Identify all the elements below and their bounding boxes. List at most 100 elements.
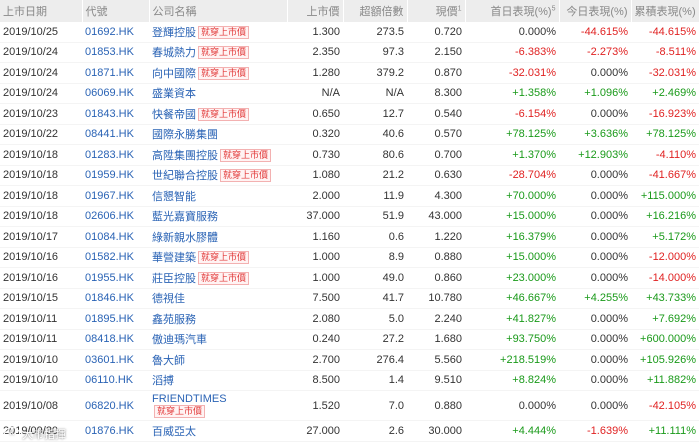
cell-code-link[interactable]: 01692.HK: [82, 22, 149, 43]
cell-date: 2019/10/16: [0, 267, 82, 289]
cell-cumulative: -8.511%: [631, 42, 699, 63]
table-row: 2019/10/10 03601.HK 魯大師 2.700 276.4 5.560 +218…: [0, 349, 699, 371]
cell-code-link[interactable]: 06069.HK: [82, 83, 149, 104]
table-row: 2019/09/30 01876.HK 百威亞太 27.000 2.6 30.000 +4.…: [0, 420, 699, 442]
company-name-link[interactable]: 春城熱力: [152, 47, 196, 59]
cell-name: 鑫苑服務: [149, 308, 287, 330]
cell-today: +1.096%: [559, 83, 631, 104]
cell-first-day: +218.519%: [465, 349, 559, 371]
watermark: K 大市指揮: [4, 426, 66, 442]
cell-oversubscription: 0.6: [343, 226, 407, 248]
cell-oversubscription: 2.6: [343, 420, 407, 442]
cell-oversubscription: 276.4: [343, 349, 407, 371]
cell-name: 藍光嘉寶服務: [149, 206, 287, 227]
cell-today: +12.903%: [559, 144, 631, 166]
company-name-link[interactable]: 傲迪瑪汽車: [152, 334, 207, 346]
col-header-today[interactable]: 今日表現(%): [559, 0, 632, 22]
table-row: 2019/10/25 01692.HK 登輝控股 就穿上市價 1.300 273.5 0.7…: [0, 22, 699, 43]
col-header-date[interactable]: 上市日期: [0, 0, 83, 22]
cell-code-link[interactable]: 06110.HK: [82, 370, 149, 391]
cell-date: 2019/10/15: [0, 288, 82, 309]
company-name-link[interactable]: 高陞集團控股: [152, 150, 218, 162]
company-name-link[interactable]: 華營建築: [152, 252, 196, 264]
cell-code-link[interactable]: 01846.HK: [82, 288, 149, 309]
col-header-oversub[interactable]: 超額倍數: [343, 0, 408, 22]
cell-current-price: 0.720: [407, 22, 465, 43]
company-name-link[interactable]: 百威亞太: [152, 426, 196, 438]
cell-code-link[interactable]: 01895.HK: [82, 308, 149, 330]
cell-name: 百威亞太: [149, 420, 287, 442]
cell-code-link[interactable]: 01582.HK: [82, 247, 149, 268]
company-name-link[interactable]: 登輝控股: [152, 27, 196, 39]
table-row: 2019/10/08 06820.HK FRIENDTIMES 就穿上市價 1.520 7…: [0, 390, 699, 421]
col-header-price[interactable]: 上市價: [287, 0, 344, 22]
cell-ipo-price: 2.350: [287, 42, 343, 63]
col-header-name[interactable]: 公司名稱: [149, 0, 288, 22]
cell-first-day: 0.000%: [465, 22, 559, 43]
company-name-link[interactable]: 信懇智能: [152, 191, 196, 203]
cell-code-link[interactable]: 01843.HK: [82, 103, 149, 125]
below-ipo-badge: 就穿上市價: [198, 271, 250, 285]
company-name-link[interactable]: 綠新親水膠體: [152, 232, 218, 244]
cell-oversubscription: 27.2: [343, 329, 407, 350]
company-name-link[interactable]: FRIENDTIMES: [152, 393, 227, 405]
cell-ipo-price: 2.700: [287, 349, 343, 371]
company-name-link[interactable]: 世紀聯合控股: [152, 170, 218, 182]
cell-code-link[interactable]: 03601.HK: [82, 349, 149, 371]
cell-cumulative: +11.882%: [631, 370, 699, 391]
company-name-link[interactable]: 德視佳: [152, 293, 185, 305]
cell-current-price: 8.300: [407, 83, 465, 104]
cell-code-link[interactable]: 08441.HK: [82, 124, 149, 145]
cell-date: 2019/10/18: [0, 165, 82, 186]
cell-code-link[interactable]: 01876.HK: [82, 420, 149, 442]
cell-code-link[interactable]: 01967.HK: [82, 185, 149, 207]
cell-current-price: 1.220: [407, 226, 465, 248]
cell-code-link[interactable]: 01871.HK: [82, 62, 149, 84]
cell-date: 2019/10/24: [0, 83, 82, 104]
cell-name: 綠新親水膠體: [149, 226, 287, 248]
cell-code-link[interactable]: 01283.HK: [82, 144, 149, 166]
cell-code-link[interactable]: 01084.HK: [82, 226, 149, 248]
company-name-link[interactable]: 國際永勝集團: [152, 129, 218, 141]
cell-code-link[interactable]: 01959.HK: [82, 165, 149, 186]
below-ipo-badge: 就穿上市價: [198, 107, 250, 121]
company-name-link[interactable]: 魯大師: [152, 355, 185, 367]
col-header-current[interactable]: 現價1: [407, 0, 466, 22]
cell-ipo-price: 27.000: [287, 420, 343, 442]
cell-date: 2019/10/16: [0, 247, 82, 268]
cell-name: 登輝控股 就穿上市價: [149, 22, 287, 43]
cell-code-link[interactable]: 08418.HK: [82, 329, 149, 350]
watermark-logo-icon: K: [4, 427, 20, 441]
cell-cumulative: -41.667%: [631, 165, 699, 186]
cell-today: 0.000%: [559, 62, 631, 84]
company-name-link[interactable]: 快餐帝國: [152, 109, 196, 121]
cell-date: 2019/10/18: [0, 185, 82, 207]
company-name-link[interactable]: 藍光嘉寶服務: [152, 211, 218, 223]
cell-cumulative: -4.110%: [631, 144, 699, 166]
company-name-link[interactable]: 滔搏: [152, 375, 174, 387]
col-header-cumulative[interactable]: 累積表現(%): [631, 0, 699, 22]
cell-name: 滔搏: [149, 370, 287, 391]
cell-name: 魯大師: [149, 349, 287, 371]
below-ipo-badge: 就穿上市價: [198, 46, 250, 60]
col-header-first-day[interactable]: 首日表現(%)5: [465, 0, 560, 22]
cell-current-price: 1.680: [407, 329, 465, 350]
cell-code-link[interactable]: 06820.HK: [82, 390, 149, 421]
company-name-link[interactable]: 盛業資本: [152, 88, 196, 100]
cell-current-price: 0.860: [407, 267, 465, 289]
cell-oversubscription: 21.2: [343, 165, 407, 186]
table-row: 2019/10/11 08418.HK 傲迪瑪汽車 0.240 27.2 1.680 +93…: [0, 329, 699, 350]
cell-current-price: 9.510: [407, 370, 465, 391]
cell-today: 0.000%: [559, 226, 631, 248]
company-name-link[interactable]: 莊臣控股: [152, 273, 196, 285]
cell-current-price: 2.240: [407, 308, 465, 330]
company-name-link[interactable]: 向中國際: [152, 68, 196, 80]
col-header-code[interactable]: 代號: [82, 0, 150, 22]
cell-code-link[interactable]: 01853.HK: [82, 42, 149, 63]
cell-code-link[interactable]: 01955.HK: [82, 267, 149, 289]
cell-name: 德視佳: [149, 288, 287, 309]
table-header: 上市日期 代號 公司名稱 上市價 超額倍數 現價1 首日表現(%)5 今日表現(…: [0, 0, 699, 22]
cell-date: 2019/10/10: [0, 349, 82, 371]
company-name-link[interactable]: 鑫苑服務: [152, 314, 196, 326]
cell-code-link[interactable]: 02606.HK: [82, 206, 149, 227]
